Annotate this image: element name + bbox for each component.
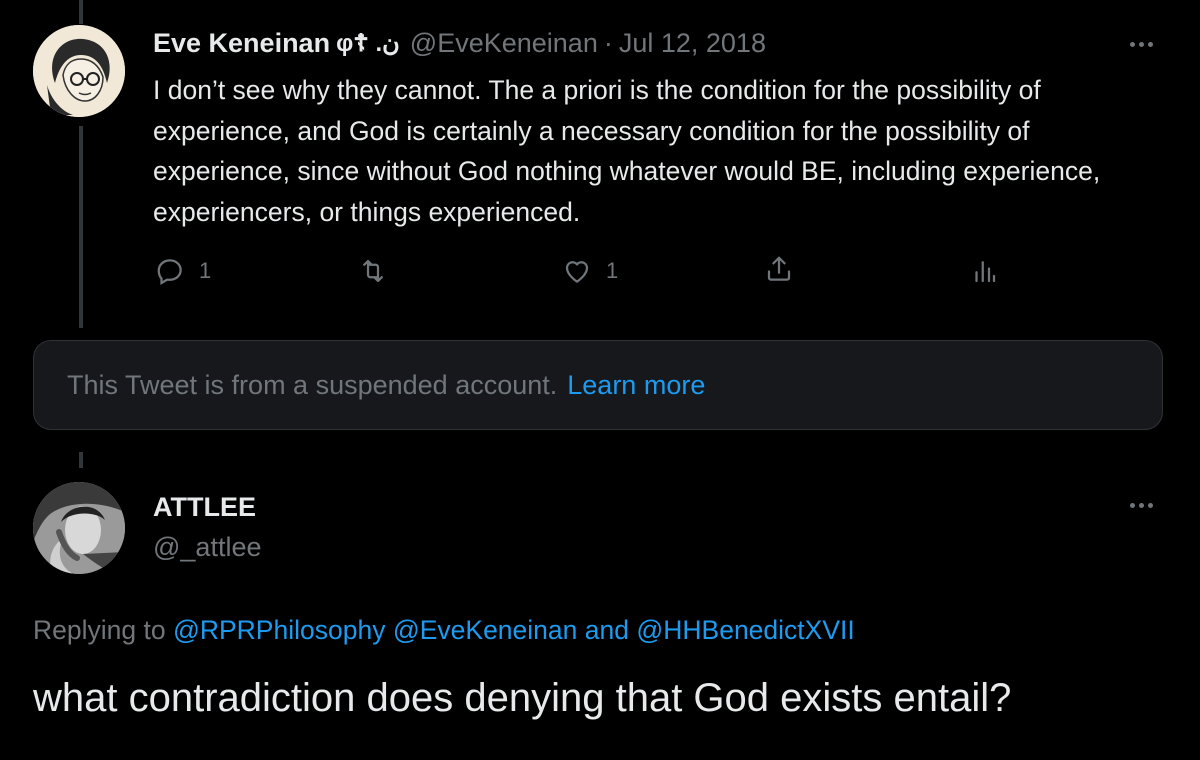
reply-icon (157, 259, 182, 285)
thread-line-mid (79, 126, 83, 328)
more-icon[interactable] (1130, 39, 1160, 49)
separator: · (603, 28, 613, 58)
share-button[interactable] (764, 254, 794, 284)
mention-evekeneinan[interactable]: @EveKeneinan (393, 615, 578, 645)
replying-prefix: Replying to (33, 615, 166, 645)
handle[interactable]: @EveKeneinan (410, 28, 598, 59)
avatar-attlee[interactable] (33, 482, 125, 574)
reply-count: 1 (199, 258, 212, 283)
avatar[interactable] (33, 25, 125, 117)
suspended-text: This Tweet is from a suspended account. (67, 369, 558, 400)
mention-rprphilosophy[interactable]: @RPRPhilosophy (173, 615, 386, 645)
thread-line-top (79, 0, 83, 24)
reply-button[interactable]: 1 (155, 256, 211, 286)
mention-hhbenedictxvii[interactable]: @HHBenedictXVII (636, 615, 854, 645)
display-name[interactable]: Eve Keneinan (153, 28, 330, 59)
name-emoji: φ☦ .ن (336, 30, 400, 57)
retweet-button[interactable] (358, 256, 388, 286)
suspended-tweet-notice: This Tweet is from a suspended account. … (33, 340, 1163, 430)
tweet1-header: Eve Keneinan φ☦ .ن @EveKeneinan · Jul 12… (153, 28, 766, 59)
avatar-illustration (33, 25, 125, 117)
like-icon (565, 261, 589, 283)
like-button[interactable]: 1 (562, 256, 618, 286)
tweet-date[interactable]: Jul 12, 2018 (619, 28, 766, 59)
reply-tweet-text: what contradiction does denying that God… (33, 676, 1012, 720)
analytics-icon (975, 261, 996, 283)
analytics-button[interactable] (969, 256, 999, 286)
avatar-photo (33, 482, 125, 574)
thread-line-lower (79, 452, 83, 468)
tweet-text: I don’t see why they cannot. The a prior… (153, 75, 1101, 227)
handle-attlee[interactable]: @_attlee (153, 532, 261, 563)
display-name-attlee[interactable]: ATTLEE (153, 492, 256, 523)
like-count: 1 (606, 258, 619, 283)
retweet-icon (363, 259, 383, 283)
share-icon (767, 256, 791, 281)
more-icon-2[interactable] (1130, 500, 1160, 510)
learn-more-link[interactable]: Learn more (567, 370, 705, 401)
mention-and: and (584, 615, 629, 645)
replying-to: Replying to @RPRPhilosophy @EveKeneinan … (33, 615, 855, 646)
